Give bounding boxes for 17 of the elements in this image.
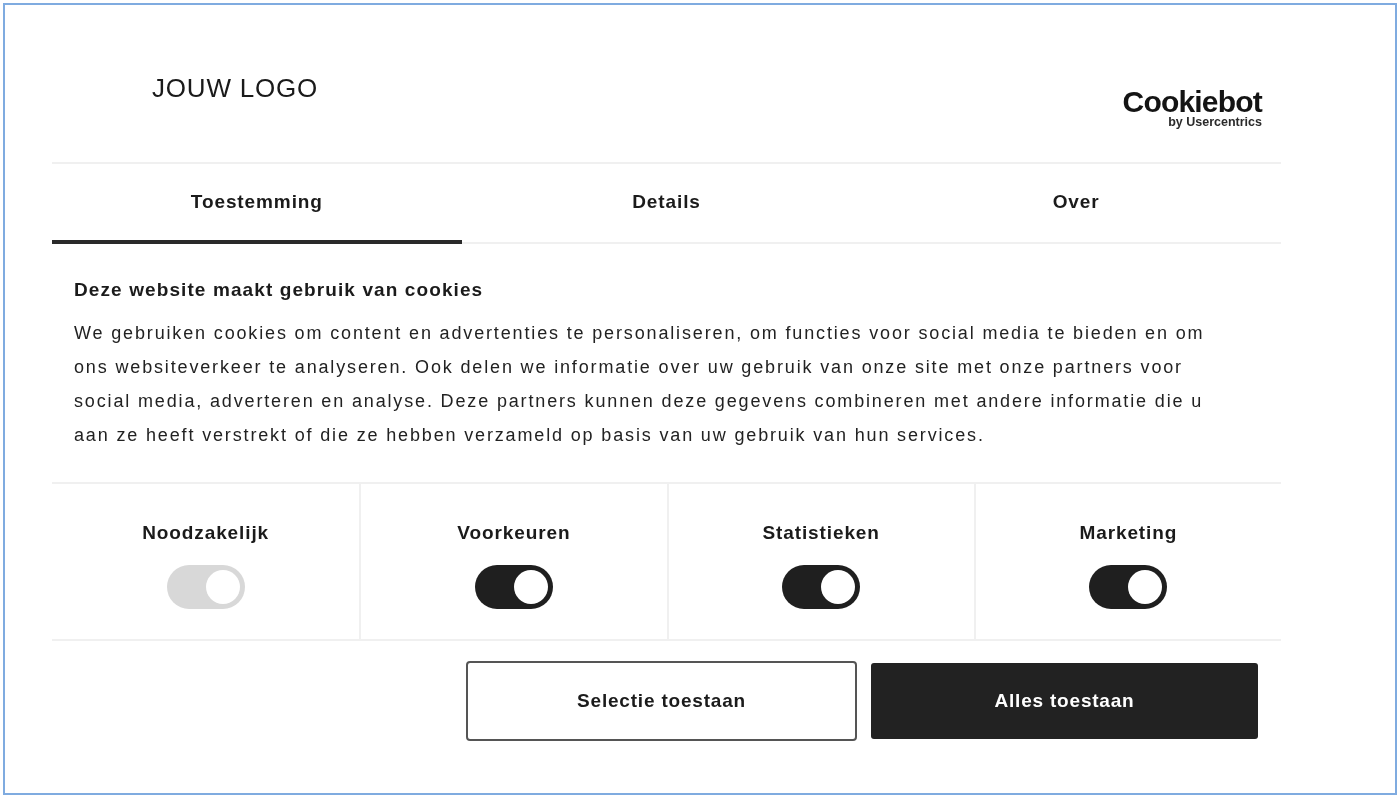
allow-all-button[interactable]: Alles toestaan — [871, 663, 1258, 739]
toggle-switch[interactable] — [1089, 565, 1168, 609]
category-label: Noodzakelijk — [142, 521, 270, 545]
category-label: Marketing — [1079, 521, 1178, 545]
toggle-switch[interactable] — [782, 565, 861, 609]
consent-heading: Deze website maakt gebruik van cookies — [74, 278, 485, 302]
toggle-switch[interactable] — [474, 565, 553, 609]
allow-selection-button[interactable]: Selectie toestaan — [466, 661, 857, 741]
tab[interactable]: Over — [871, 164, 1281, 244]
category-label: Voorkeuren — [457, 521, 571, 545]
brand-tagline: by Usercentrics — [1168, 115, 1262, 129]
category-label: Statistieken — [762, 521, 880, 545]
logo-placeholder-text: JOUW LOGO — [152, 73, 319, 103]
tab[interactable]: Details — [461, 164, 872, 244]
tab[interactable]: Toestemming — [52, 164, 462, 244]
brand-wordmark: Cookiebot — [1122, 87, 1262, 117]
consent-description: We gebruiken cookies om content en advertenties te personaliseren, om functies voor social media te bieden en om ons websiteverkeer te analyseren. Ook delen we informatie over uw gebruik van onze site met onze partners voor social media, adverteren en analyse. Deze partners kunnen deze gegevens combineren met andere informatie die u aan ze heeft verstrekt of die ze hebben verzameld op basis van uw gebruik van hun services. — [74, 322, 1206, 447]
